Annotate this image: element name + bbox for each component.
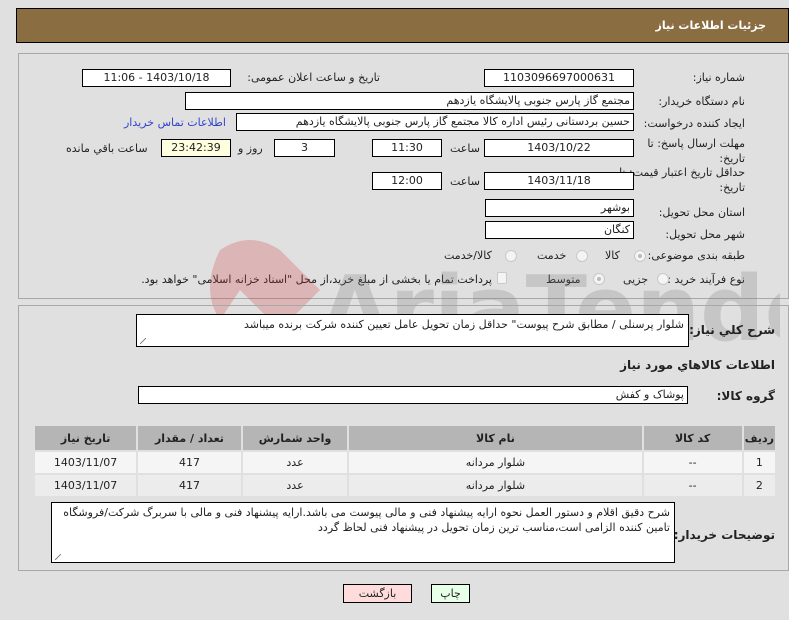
- category-option-service: خدمت: [537, 249, 567, 262]
- price-validity-date: 1403/11/18: [484, 172, 634, 190]
- delivery-province-field: بوشهر: [485, 199, 634, 217]
- purchase-type-label: نوع فرآیند خرید :: [667, 273, 745, 286]
- category-option-goods: کالا: [605, 249, 620, 262]
- cell-goods-code: --: [643, 475, 742, 496]
- goods-group-label: گروه کالا:: [716, 389, 775, 403]
- category-option-goods-service: کالا/خدمت: [444, 249, 492, 262]
- page-header: جزئیات اطلاعات نیاز: [16, 8, 789, 43]
- remaining-days: 3: [274, 139, 335, 157]
- announce-datetime-field: 1403/10/18 - 11:06: [82, 69, 231, 87]
- goods-group-field: پوشاک و کفش: [138, 386, 688, 404]
- purchase-radio-medium[interactable]: [593, 273, 605, 285]
- purchase-option-medium: متوسط: [546, 273, 581, 286]
- category-label: طبقه بندی موضوعی:: [647, 249, 745, 262]
- col-goods-code: کد کالا: [643, 426, 742, 450]
- category-radio-goods[interactable]: [634, 250, 646, 262]
- buyer-notes-text: شرح دقیق اقلام و دستور العمل نحوه ارایه …: [63, 506, 670, 534]
- requester-field: حسین بردستانی رئیس اداره کالا مجتمع گاز …: [236, 113, 634, 131]
- cell-row-number: 1: [743, 452, 775, 473]
- cell-goods-code: --: [643, 452, 742, 473]
- price-time-label: ساعت: [450, 175, 480, 188]
- resize-grip-icon[interactable]: [140, 338, 146, 344]
- reply-deadline-date: 1403/10/22: [484, 139, 634, 157]
- need-number-label: شماره نیاز:: [692, 71, 745, 84]
- purchase-option-minor: جزیی: [623, 273, 649, 286]
- cell-need-date: 1403/11/07: [35, 452, 137, 473]
- delivery-city-field: کنگان: [485, 221, 634, 239]
- price-validity-label-2: تاریخ:: [719, 181, 745, 194]
- buyer-org-field: مجتمع گاز پارس جنوبی پالایشگاه یازدهم: [185, 92, 634, 110]
- buyer-org-label: نام دستگاه خریدار:: [658, 95, 745, 108]
- announce-datetime-label: تاریخ و ساعت اعلان عمومی:: [247, 71, 380, 84]
- cell-goods-name: شلوار مردانه: [349, 452, 642, 473]
- table-row: 2 -- شلوار مردانه عدد 417 1403/11/07: [35, 475, 775, 496]
- cell-row-number: 2: [743, 475, 775, 496]
- remaining-time: 23:42:39: [161, 139, 231, 157]
- cell-unit: عدد: [242, 452, 348, 473]
- cell-unit: عدد: [242, 475, 348, 496]
- description-label: شرح کلي نیاز:: [689, 323, 775, 337]
- table-header-row: ردیف کد کالا نام کالا واحد شمارش تعداد /…: [35, 426, 775, 450]
- cell-need-date: 1403/11/07: [35, 475, 137, 496]
- print-button[interactable]: چاپ: [431, 584, 470, 603]
- cell-quantity: 417: [138, 475, 241, 496]
- description-textarea[interactable]: شلوار پرسنلی / مطابق شرح پیوست" حداقل زم…: [136, 314, 689, 347]
- col-row-number: ردیف: [743, 426, 775, 450]
- category-radio-goods-service[interactable]: [505, 250, 517, 262]
- page-title: جزئیات اطلاعات نیاز: [655, 19, 767, 32]
- days-label: روز و: [238, 142, 263, 155]
- col-quantity: تعداد / مقدار: [138, 426, 241, 450]
- buyer-notes-label: توضیحات خریدار:: [673, 528, 775, 542]
- col-unit: واحد شمارش: [242, 426, 348, 450]
- back-button[interactable]: بازگشت: [343, 584, 412, 603]
- requester-label: ایجاد کننده درخواست:: [643, 117, 745, 130]
- goods-section-title: اطلاعات کالاهاي مورد نیاز: [620, 358, 775, 372]
- reply-time-label: ساعت: [450, 142, 480, 155]
- delivery-city-label: شهر محل تحویل:: [665, 228, 745, 241]
- items-table: ردیف کد کالا نام کالا واحد شمارش تعداد /…: [33, 424, 777, 498]
- buyer-notes-textarea[interactable]: شرح دقیق اقلام و دستور العمل نحوه ارایه …: [51, 502, 675, 563]
- treasury-checkbox[interactable]: [497, 272, 507, 284]
- purchase-radio-minor[interactable]: [657, 273, 669, 285]
- price-validity-time: 12:00: [372, 172, 442, 190]
- buyer-contact-link[interactable]: اطلاعات تماس خریدار: [124, 116, 226, 129]
- reply-deadline-label-2: تاریخ:: [719, 152, 745, 165]
- remaining-time-label: ساعت باقي مانده: [66, 142, 148, 155]
- need-number-field: 1103096697000631: [484, 69, 634, 87]
- items-table-wrapper: ردیف کد کالا نام کالا واحد شمارش تعداد /…: [33, 424, 777, 498]
- cell-quantity: 417: [138, 452, 241, 473]
- delivery-province-label: استان محل تحویل:: [658, 206, 745, 219]
- category-radio-service[interactable]: [576, 250, 588, 262]
- cell-goods-name: شلوار مردانه: [349, 475, 642, 496]
- description-text: شلوار پرسنلی / مطابق شرح پیوست" حداقل زم…: [243, 318, 684, 331]
- col-need-date: تاریخ نیاز: [35, 426, 137, 450]
- treasury-checkbox-label: پرداخت تمام یا بخشی از مبلغ خرید،از محل …: [141, 273, 492, 286]
- resize-grip-icon[interactable]: [55, 554, 61, 560]
- table-row: 1 -- شلوار مردانه عدد 417 1403/11/07: [35, 452, 775, 473]
- price-validity-label: حداقل تاریخ اعتبار قیمت: تا: [619, 166, 745, 179]
- reply-deadline-label: مهلت ارسال پاسخ: تا: [647, 137, 745, 150]
- col-goods-name: نام کالا: [349, 426, 642, 450]
- reply-deadline-time: 11:30: [372, 139, 442, 157]
